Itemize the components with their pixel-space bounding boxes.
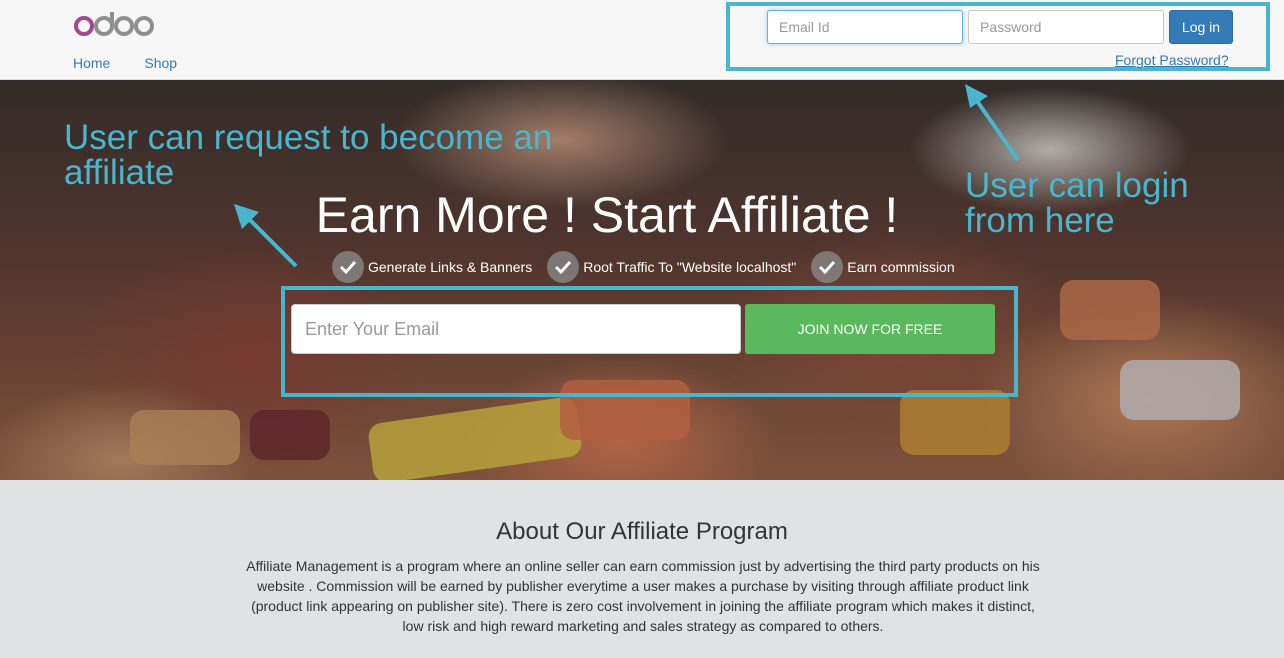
odoo-logo[interactable] [74, 11, 154, 39]
feature-list: Generate Links & Banners Root Traffic To… [332, 251, 970, 283]
check-icon [811, 251, 844, 283]
about-text: Affiliate Management is a program where … [246, 558, 1040, 634]
password-input[interactable]: Password [968, 10, 1164, 44]
feature-item: Root Traffic To "Website localhost" [547, 251, 796, 283]
main-nav: Home Shop [73, 55, 177, 71]
feature-label: Earn commission [847, 259, 955, 275]
check-icon [332, 251, 364, 283]
feature-label: Root Traffic To "Website localhost" [583, 259, 797, 275]
hero-title: Earn More ! Start Affiliate ! [315, 187, 899, 243]
affiliate-email-input[interactable]: Enter Your Email [291, 304, 741, 354]
feature-item: Generate Links & Banners [332, 251, 532, 283]
feature-item: Earn commission [811, 251, 955, 283]
nav-shop[interactable]: Shop [144, 55, 177, 71]
join-now-button[interactable]: JOIN NOW FOR FREE [745, 304, 995, 354]
forgot-password-link[interactable]: Forgot Password? [1115, 52, 1229, 68]
feature-label: Generate Links & Banners [368, 259, 533, 275]
nav-home[interactable]: Home [73, 55, 110, 71]
check-icon [547, 251, 580, 283]
email-id-input[interactable]: Email Id [767, 10, 963, 44]
login-button[interactable]: Log in [1169, 10, 1233, 44]
annotation-affiliate-request: User can request to become an affiliate [64, 118, 553, 192]
about-title: About Our Affiliate Program [496, 518, 788, 545]
